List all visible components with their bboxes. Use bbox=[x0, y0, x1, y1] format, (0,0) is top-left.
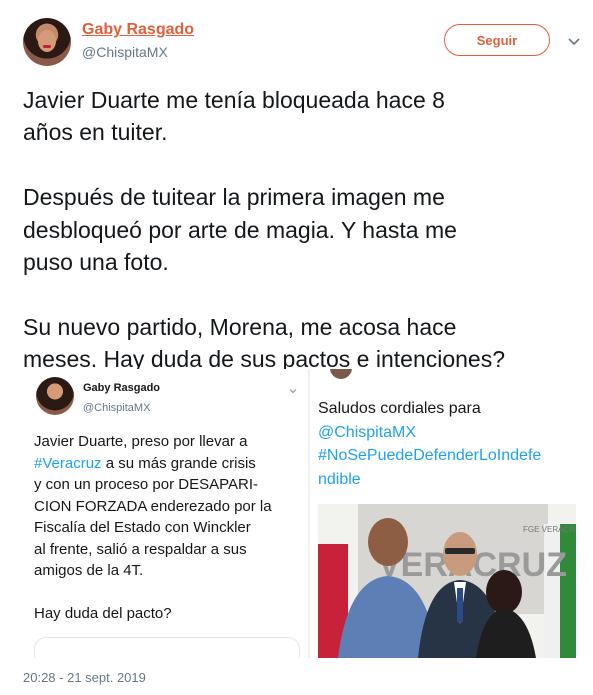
tweet-line: puso una foto. bbox=[23, 249, 169, 276]
photo-illustration: VERACRUZ FGE VERACR bbox=[318, 504, 576, 658]
chevron-down-icon[interactable] bbox=[566, 33, 582, 49]
embedded-line: Saludos cordiales para bbox=[318, 400, 481, 417]
tweet-line: Javier Duarte me tenía bloqueada hace 8 bbox=[23, 87, 445, 113]
avatar-mouth bbox=[43, 45, 51, 48]
tweet-line: desbloqueó por arte de magia. Y hasta me bbox=[23, 216, 457, 243]
tweet-line: Su nuevo partido, Morena, me acosa hace bbox=[23, 313, 457, 340]
tweet-line: años en tuiter. bbox=[23, 119, 168, 146]
user-handle: @ChispitaMX bbox=[82, 44, 168, 60]
tweet-timestamp-link[interactable]: 20:28 - 21 sept. 2019 bbox=[23, 670, 146, 685]
hashtag-link: #NoSePuedeDefenderLoIndefe bbox=[318, 447, 542, 464]
embedded-reply-text: Saludos cordiales para @ChispitaMX #NoSe… bbox=[318, 397, 578, 491]
photo-badge-text: FGE VERACR bbox=[523, 525, 575, 534]
tweet-media[interactable]: Gaby Rasgado @ChispitaMX Javier Duarte, … bbox=[23, 369, 578, 658]
mention-link: @ChispitaMX bbox=[318, 423, 417, 441]
avatar[interactable] bbox=[23, 18, 71, 66]
chevron-down-icon bbox=[289, 389, 297, 394]
embedded-line: Javier Duarte, preso por llevar a bbox=[34, 433, 248, 450]
embedded-line: Fiscalía del Estado con Winckler bbox=[34, 519, 251, 536]
tweet-text: Javier Duarte me tenía bloqueada hace 8 … bbox=[23, 84, 588, 376]
embedded-line: amigos de la 4T. bbox=[34, 562, 144, 579]
embedded-line: CION FORZADA enderezado por la bbox=[34, 497, 272, 515]
embedded-user-name: Gaby Rasgado bbox=[83, 382, 161, 394]
embedded-avatar bbox=[36, 377, 74, 415]
avatar-face bbox=[38, 30, 56, 52]
embedded-user-handle: @ChispitaMX bbox=[83, 402, 151, 414]
hashtag-link: #Veracruz bbox=[34, 454, 102, 472]
embedded-line: y con un proceso por DESAPARI- bbox=[34, 476, 258, 493]
embedded-line: al frente, salió a respaldar a sus bbox=[34, 540, 247, 558]
embedded-quote-card bbox=[34, 637, 300, 658]
screenshot-right[interactable]: Saludos cordiales para @ChispitaMX #NoSe… bbox=[308, 369, 578, 658]
hashtag-link-continued: ndible bbox=[318, 470, 361, 488]
embedded-line: #Veracruz a su más grande crisis bbox=[34, 453, 306, 475]
embedded-tweet-text: Javier Duarte, preso por llevar a #Verac… bbox=[34, 431, 306, 625]
embedded-photo: VERACRUZ FGE VERACR bbox=[318, 504, 576, 658]
screenshot-left[interactable]: Gaby Rasgado @ChispitaMX Javier Duarte, … bbox=[23, 369, 310, 658]
embedded-line: Hay duda del pacto? bbox=[34, 605, 172, 622]
tweet-line: Después de tuitear la primera imagen me bbox=[23, 184, 445, 211]
embedded-line-rest: a su más grande crisis bbox=[101, 454, 256, 472]
tweet-header: Gaby Rasgado @ChispitaMX Seguir bbox=[0, 0, 593, 80]
user-name-link[interactable]: Gaby Rasgado bbox=[82, 21, 194, 39]
follow-button[interactable]: Seguir bbox=[444, 24, 550, 56]
embedded-avatar bbox=[330, 369, 352, 379]
